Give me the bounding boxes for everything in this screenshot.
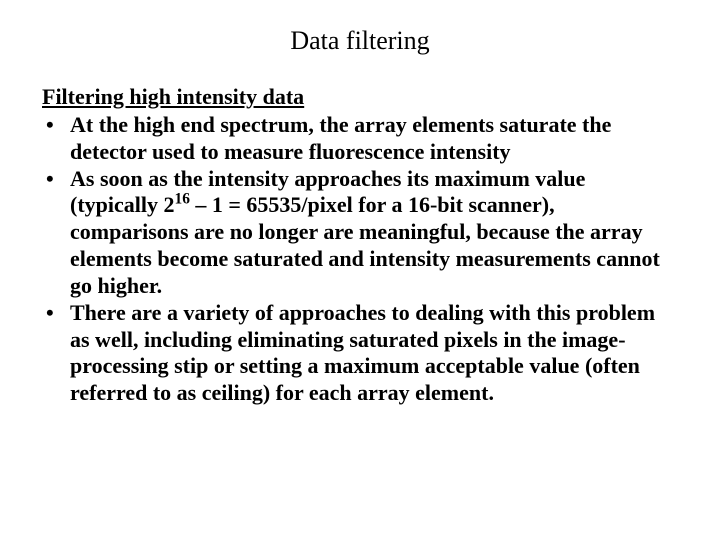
list-item: At the high end spectrum, the array elem…: [42, 112, 678, 166]
bullet-text: At the high end spectrum, the array elem…: [70, 112, 611, 164]
list-item: As soon as the intensity approaches its …: [42, 166, 678, 300]
bullet-text: There are a variety of approaches to dea…: [70, 300, 655, 405]
section-heading: Filtering high intensity data: [42, 84, 678, 110]
superscript: 16: [175, 191, 190, 208]
bullet-list: At the high end spectrum, the array elem…: [42, 112, 678, 407]
slide-title: Data filtering: [42, 26, 678, 56]
bullet-text: As soon as the intensity approaches its …: [70, 166, 660, 298]
list-item: There are a variety of approaches to dea…: [42, 300, 678, 407]
